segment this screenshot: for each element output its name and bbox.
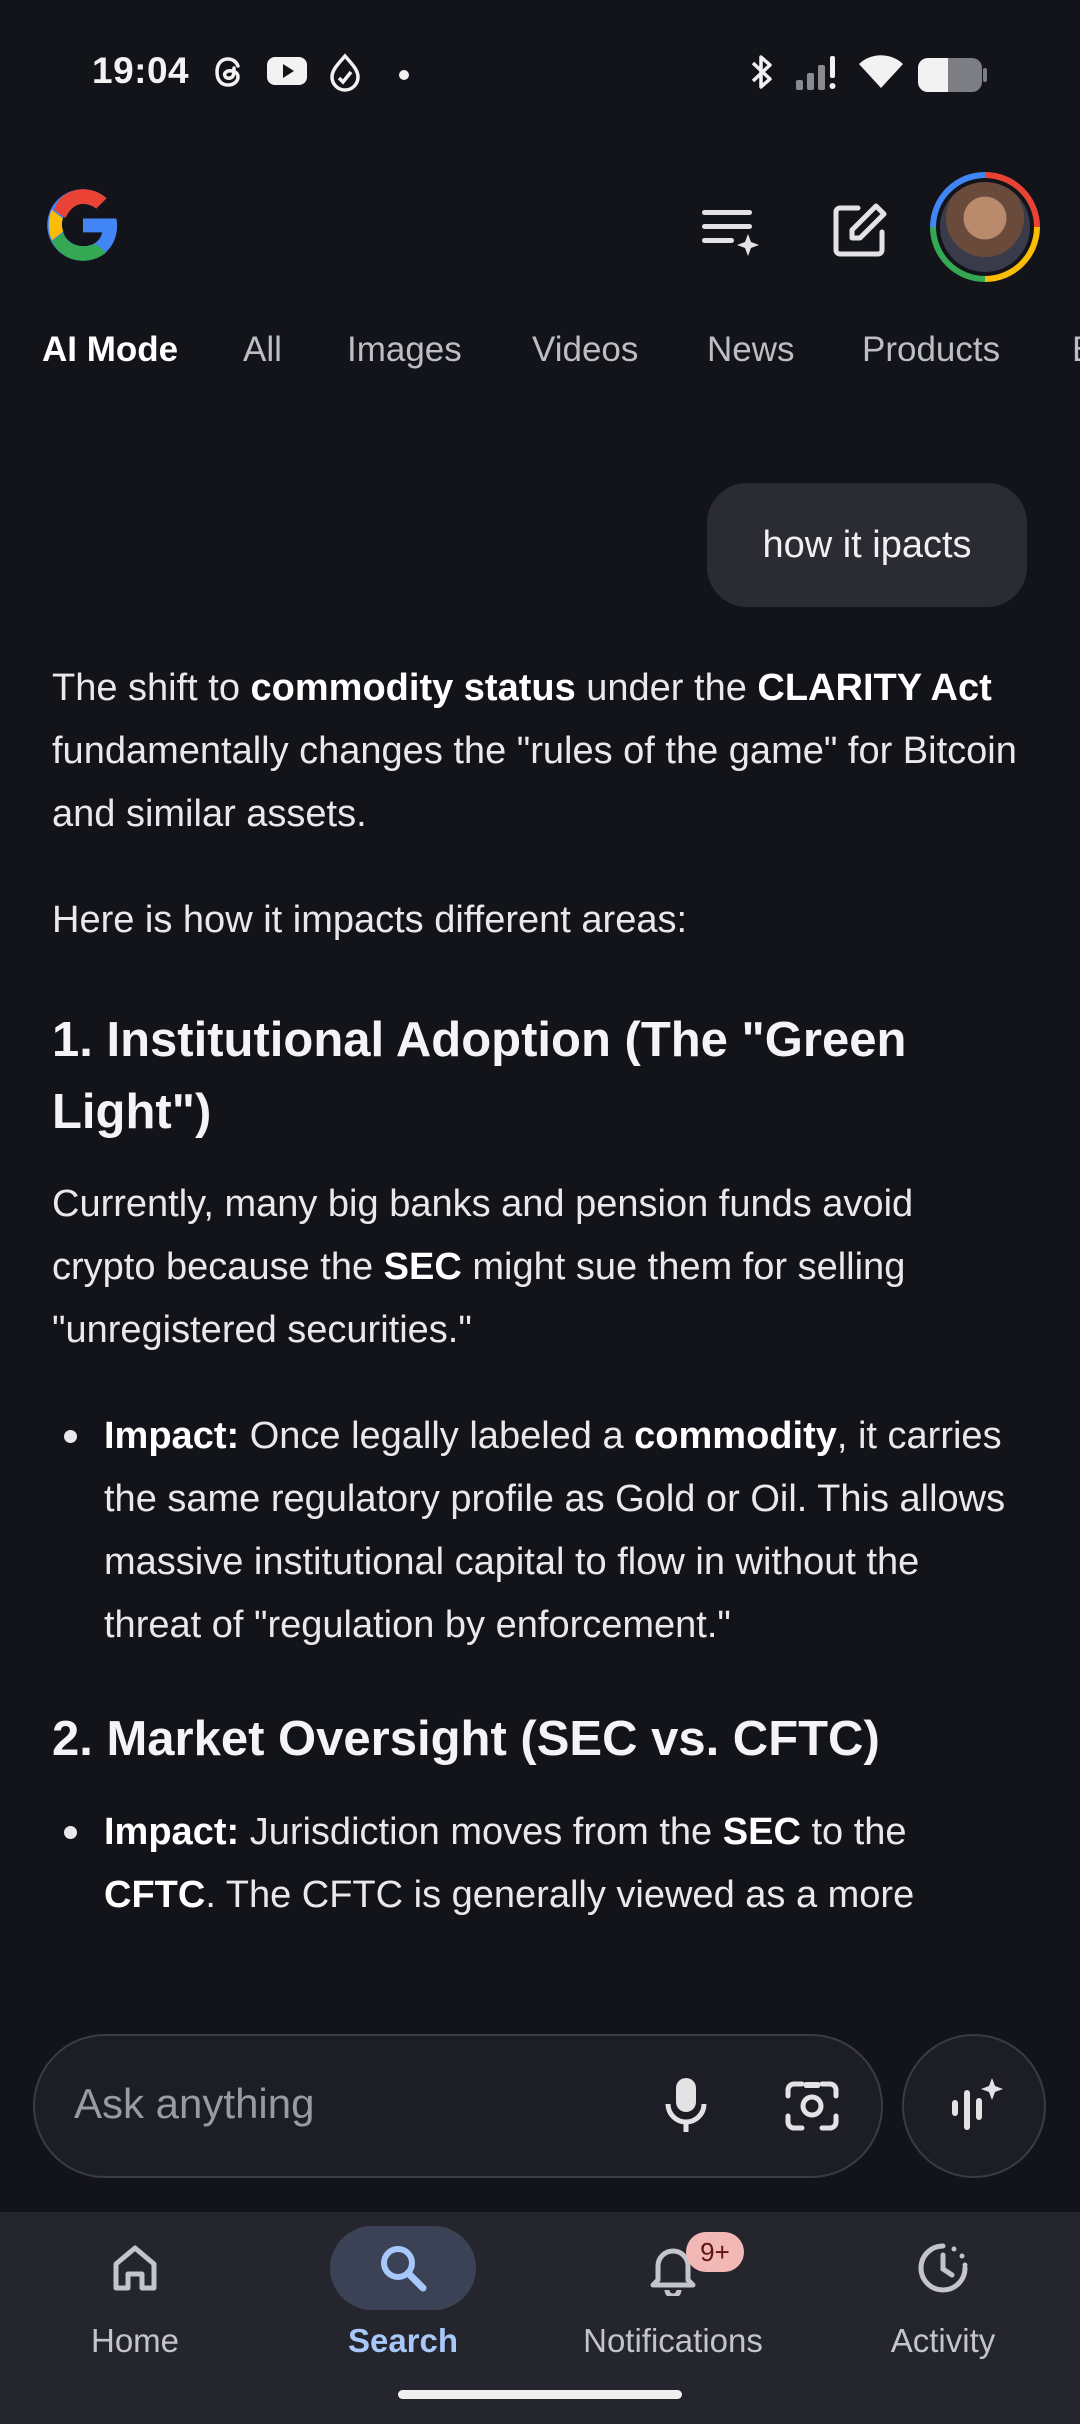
ai-mode-voice-button[interactable]: [902, 2034, 1046, 2178]
tab-ai-mode[interactable]: AI Mode: [42, 330, 178, 370]
gesture-bar[interactable]: [398, 2390, 682, 2399]
tab-videos[interactable]: Videos: [532, 330, 638, 370]
activity-icon: [918, 2243, 968, 2293]
list-item: Impact: Once legally labeled a commodity…: [52, 1405, 1022, 1657]
bullet-dot: [64, 1430, 77, 1443]
tab-books[interactable]: Books: [1072, 330, 1080, 370]
search-icon: [381, 2246, 427, 2292]
nav-home[interactable]: Home: [0, 2212, 270, 2424]
battery-icon: [918, 58, 982, 92]
signal-icon: [796, 56, 836, 90]
bluetooth-icon: [751, 55, 772, 89]
status-bar: 19:04: [0, 0, 1080, 150]
home-icon: [113, 2245, 157, 2291]
ai-answer: The shift to commodity status under the …: [52, 657, 1022, 1927]
lens-icon[interactable]: [784, 2080, 840, 2132]
nav-home-label: Home: [90, 2322, 180, 2359]
nav-search-label: Search: [347, 2322, 459, 2359]
user-query-bubble: how it ipacts: [707, 483, 1027, 607]
list-item: Impact: Jurisdiction moves from the SEC …: [52, 1801, 1022, 1927]
nav-activity-label: Activity: [890, 2322, 996, 2359]
section-1-paragraph: Currently, many big banks and pension fu…: [52, 1183, 914, 1351]
bullet-dot: [64, 1826, 77, 1839]
search-tabs: AI Mode All Images Videos News Products …: [0, 330, 1080, 390]
history-icon: [702, 210, 759, 256]
answer-lead: Here is how it impacts different areas:: [52, 899, 688, 941]
dot-icon: [399, 70, 409, 80]
status-time: 19:04: [92, 50, 190, 91]
new-chat-button[interactable]: [820, 190, 900, 270]
wifi-icon: [859, 55, 903, 88]
tab-products[interactable]: Products: [862, 330, 1000, 370]
nav-notifications-label: Notifications: [583, 2322, 763, 2359]
mic-icon[interactable]: [662, 2076, 710, 2136]
threads-icon: [215, 57, 240, 87]
section-heading-2: 2. Market Oversight (SEC vs. CFTC): [52, 1712, 880, 1766]
fitbit-icon: [330, 53, 360, 92]
answer-intro: The shift to commodity status under the …: [52, 667, 1017, 835]
section-heading-1: 1. Institutional Adoption (The "Green Li…: [52, 1013, 907, 1139]
avatar: [940, 182, 1030, 272]
tab-images[interactable]: Images: [347, 330, 462, 370]
notification-badge: 9+: [686, 2232, 744, 2272]
account-avatar[interactable]: [930, 172, 1040, 282]
ai-mode-icon: [952, 2078, 1003, 2130]
search-input[interactable]: Ask anything: [74, 2080, 314, 2128]
youtube-icon: [267, 57, 307, 85]
nav-activity[interactable]: Activity: [808, 2212, 1078, 2424]
tab-news[interactable]: News: [707, 330, 795, 370]
google-logo[interactable]: [44, 186, 122, 264]
new-chat-icon: [833, 203, 887, 257]
history-button[interactable]: [690, 190, 770, 270]
tab-all[interactable]: All: [243, 330, 282, 370]
